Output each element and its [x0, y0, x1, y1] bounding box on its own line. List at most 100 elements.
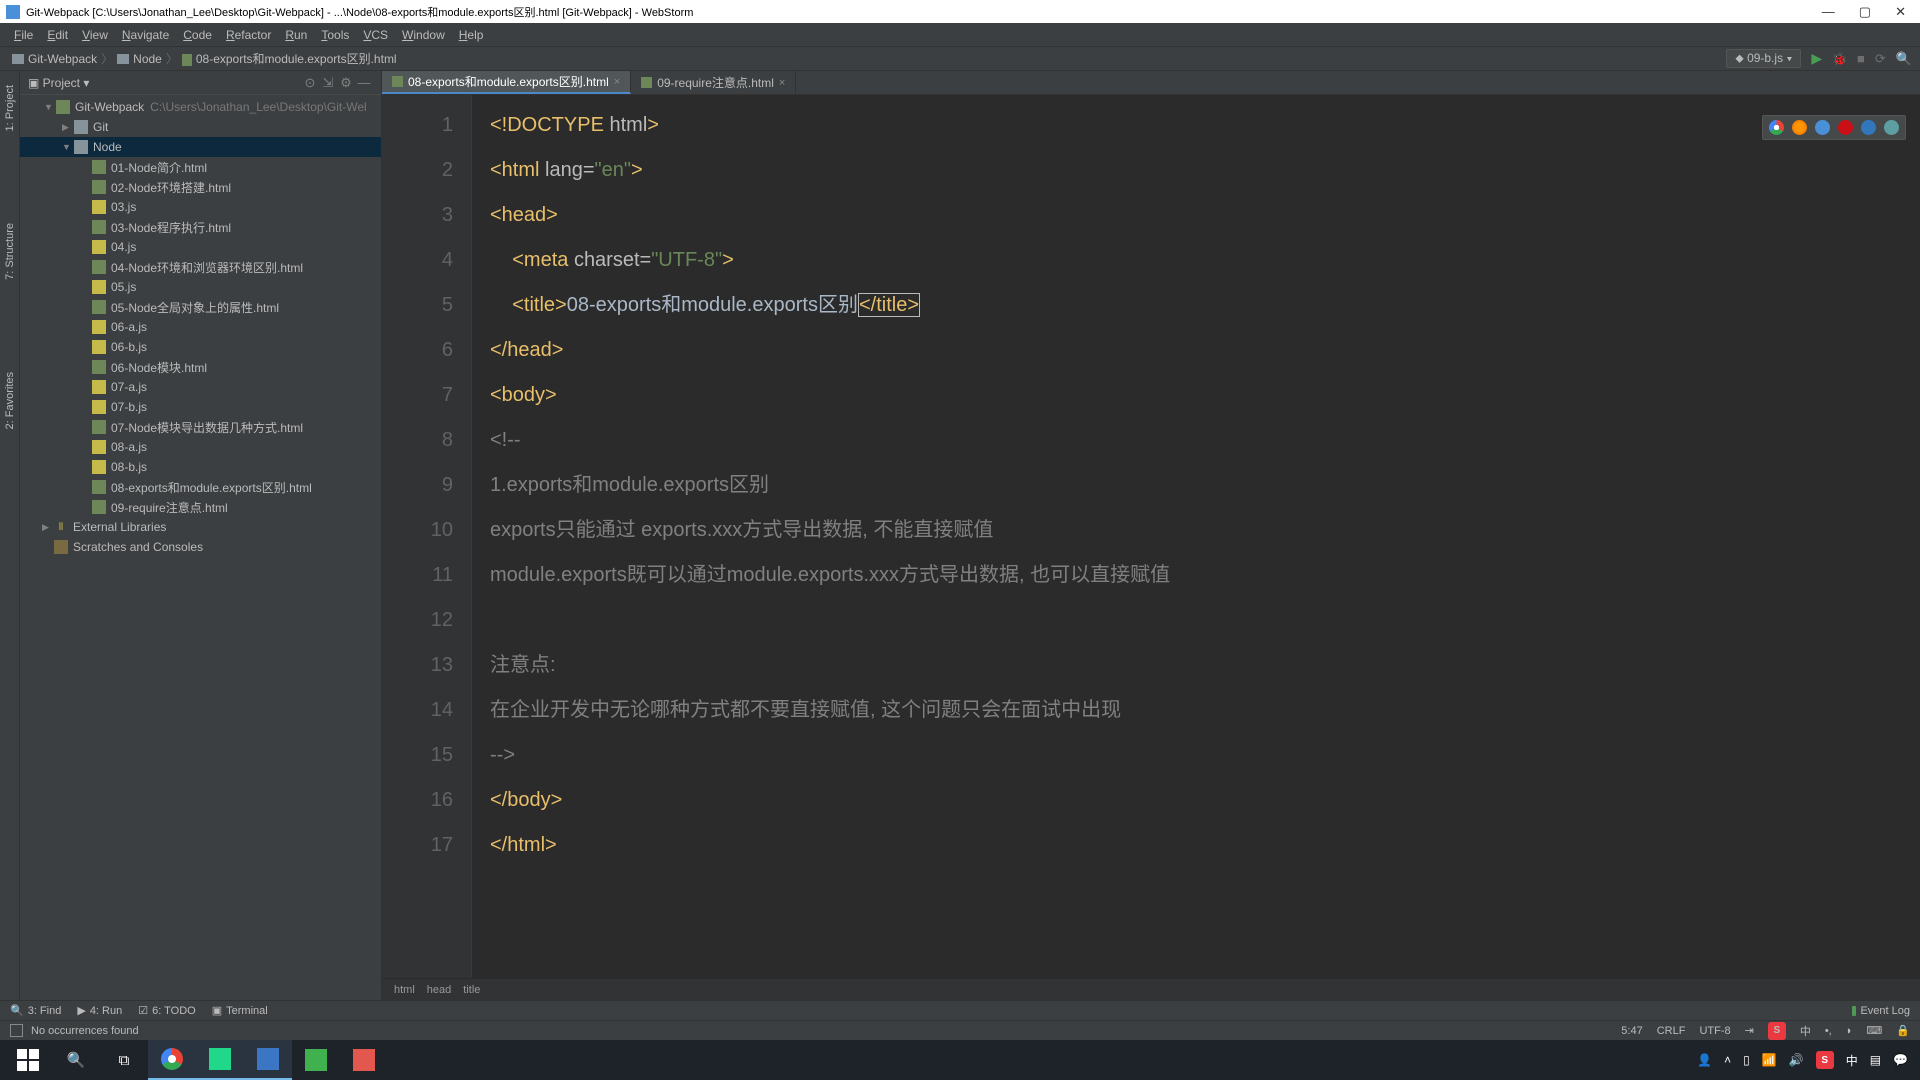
task-view-button[interactable]: ⧉ — [100, 1040, 148, 1080]
code-line[interactable]: <!-- — [490, 418, 1920, 463]
code-line[interactable]: <meta charset="UTF-8"> — [490, 238, 1920, 283]
code-line[interactable]: 在企业开发中无论哪种方式都不要直接赋值, 这个问题只会在面试中出现 — [490, 688, 1920, 733]
breadcrumb-root[interactable]: Git-Webpack — [8, 52, 101, 66]
readonly-lock-icon[interactable]: 🔒 — [1896, 1024, 1910, 1037]
tool-windows-toggle[interactable] — [10, 1024, 23, 1037]
tree-item[interactable]: 06-a.js — [20, 317, 381, 337]
tree-item[interactable]: 05-Node全局对象上的属性.html — [20, 297, 381, 317]
tree-item[interactable]: 04-Node环境和浏览器环境区别.html — [20, 257, 381, 277]
tray-expand-icon[interactable]: ˄ — [1724, 1053, 1731, 1067]
code-line[interactable]: exports只能通过 exports.xxx方式导出数据, 不能直接赋值 — [490, 508, 1920, 553]
tree-item[interactable]: 07-Node模块导出数据几种方式.html — [20, 417, 381, 437]
code-line[interactable]: module.exports既可以通过module.exports.xxx方式导… — [490, 553, 1920, 598]
tree-item[interactable]: 02-Node环境搭建.html — [20, 177, 381, 197]
code-line[interactable] — [490, 598, 1920, 643]
tree-item[interactable]: 05.js — [20, 277, 381, 297]
sogou-tray-icon[interactable]: S — [1816, 1051, 1834, 1069]
line-separator[interactable]: CRLF — [1657, 1025, 1686, 1037]
wifi-icon[interactable]: 📶 — [1762, 1053, 1777, 1067]
project-view-selector[interactable]: ▣ Project ▾ — [28, 76, 89, 90]
notes-tray-icon[interactable]: ▤ — [1870, 1053, 1881, 1067]
people-icon[interactable]: 👤 — [1697, 1053, 1712, 1067]
tree-item[interactable]: 07-b.js — [20, 397, 381, 417]
expand-all-icon[interactable]: ⇲ — [319, 75, 337, 91]
menu-help[interactable]: Help — [453, 26, 490, 44]
app5-taskbar[interactable] — [340, 1040, 388, 1080]
breadcrumb-folder[interactable]: Node — [113, 52, 166, 66]
run-button[interactable]: ▶ — [1811, 50, 1822, 67]
chrome-icon[interactable] — [1769, 120, 1784, 135]
run-tool-button[interactable]: ▶ 4: Run — [77, 1004, 122, 1017]
menu-code[interactable]: Code — [177, 26, 218, 44]
menu-vcs[interactable]: VCS — [357, 26, 394, 44]
minimize-button[interactable]: — — [1822, 4, 1835, 20]
system-tray[interactable]: 👤 ˄ ▯ 📶 🔊 S 中 ▤ 💬 — [1697, 1051, 1916, 1069]
tree-item[interactable]: 06-Node模块.html — [20, 357, 381, 377]
code-line[interactable]: </head> — [490, 328, 1920, 373]
code-line[interactable]: <!DOCTYPE html> — [490, 103, 1920, 148]
indent-config[interactable]: ⇥ — [1745, 1024, 1754, 1037]
tree-item[interactable]: ▶Git — [20, 117, 381, 137]
tree-item[interactable]: 08-exports和module.exports区别.html — [20, 477, 381, 497]
app4-taskbar[interactable] — [292, 1040, 340, 1080]
find-tool-button[interactable]: 🔍 3: Find — [10, 1004, 61, 1017]
menu-file[interactable]: File — [8, 26, 39, 44]
start-button[interactable] — [4, 1040, 52, 1080]
toolstrip-structure[interactable]: 7: Structure — [4, 217, 16, 286]
toolstrip-project[interactable]: 1: Project — [4, 79, 16, 137]
opera-icon[interactable] — [1838, 120, 1853, 135]
breadcrumb-file[interactable]: 08-exports和module.exports区别.html — [178, 50, 401, 67]
update-button[interactable]: ⟳ — [1875, 51, 1886, 67]
code-content[interactable]: <!DOCTYPE html><html lang="en"><head> <m… — [472, 95, 1920, 978]
open-in-browser-popup[interactable] — [1762, 115, 1906, 140]
webstorm-taskbar[interactable] — [196, 1040, 244, 1080]
tree-item[interactable]: 09-require注意点.html — [20, 497, 381, 517]
code-line[interactable]: <head> — [490, 193, 1920, 238]
ime-tray[interactable]: 中 — [1846, 1052, 1858, 1069]
code-line[interactable]: 1.exports和module.exports区别 — [490, 463, 1920, 508]
tree-item[interactable]: 06-b.js — [20, 337, 381, 357]
menu-refactor[interactable]: Refactor — [220, 26, 277, 44]
safari-icon[interactable] — [1815, 120, 1830, 135]
stop-button[interactable]: ■ — [1857, 51, 1865, 66]
ime-full[interactable]: ◗ — [1846, 1025, 1853, 1037]
code-editor[interactable]: 1234567891011121314151617 <!DOCTYPE html… — [382, 95, 1920, 978]
tree-item[interactable]: 03-Node程序执行.html — [20, 217, 381, 237]
close-button[interactable]: ✕ — [1895, 4, 1906, 20]
close-tab-icon[interactable]: × — [779, 77, 785, 89]
editor-crumb-head[interactable]: head — [427, 984, 451, 996]
search-button[interactable]: 🔍 — [52, 1040, 100, 1080]
tree-external-libraries[interactable]: ▶⫴External Libraries — [20, 517, 381, 537]
builtin-preview-icon[interactable] — [1884, 120, 1899, 135]
ime-indicator-ide[interactable]: S — [1768, 1022, 1786, 1040]
maximize-button[interactable]: ▢ — [1859, 4, 1871, 20]
toolstrip-favorites[interactable]: 2: Favorites — [4, 366, 16, 435]
tree-item[interactable]: 04.js — [20, 237, 381, 257]
file-encoding[interactable]: UTF-8 — [1699, 1025, 1730, 1037]
tree-item[interactable]: 07-a.js — [20, 377, 381, 397]
menu-run[interactable]: Run — [279, 26, 313, 44]
editor-crumb-html[interactable]: html — [394, 984, 415, 996]
code-line[interactable]: 注意点: — [490, 643, 1920, 688]
menu-tools[interactable]: Tools — [315, 26, 355, 44]
hide-panel-icon[interactable]: — — [355, 75, 373, 90]
tree-item[interactable]: 08-a.js — [20, 437, 381, 457]
menu-window[interactable]: Window — [396, 26, 451, 44]
debug-button[interactable]: 🐞 — [1832, 52, 1847, 66]
editor-crumb-title[interactable]: title — [463, 984, 480, 996]
search-everywhere-button[interactable]: 🔍 — [1896, 51, 1912, 67]
code-line[interactable]: <body> — [490, 373, 1920, 418]
code-line[interactable]: </body> — [490, 778, 1920, 823]
todo-tool-button[interactable]: ☑ 6: TODO — [138, 1004, 195, 1017]
event-log-button[interactable]: Event Log — [1852, 1005, 1910, 1017]
tree-item[interactable]: ▼Git-WebpackC:\Users\Jonathan_Lee\Deskto… — [20, 97, 381, 117]
menu-navigate[interactable]: Navigate — [116, 26, 175, 44]
code-line[interactable]: 💡 <title>08-exports和module.exports区别</ti… — [490, 283, 1920, 328]
tree-scratches[interactable]: Scratches and Consoles — [20, 537, 381, 557]
menu-view[interactable]: View — [76, 26, 114, 44]
project-tree[interactable]: ▼Git-WebpackC:\Users\Jonathan_Lee\Deskto… — [20, 95, 381, 1000]
close-tab-icon[interactable]: × — [614, 76, 620, 88]
volume-icon[interactable]: 🔊 — [1789, 1053, 1804, 1067]
tree-item[interactable]: 08-b.js — [20, 457, 381, 477]
ime-punct[interactable]: •, — [1825, 1025, 1832, 1037]
